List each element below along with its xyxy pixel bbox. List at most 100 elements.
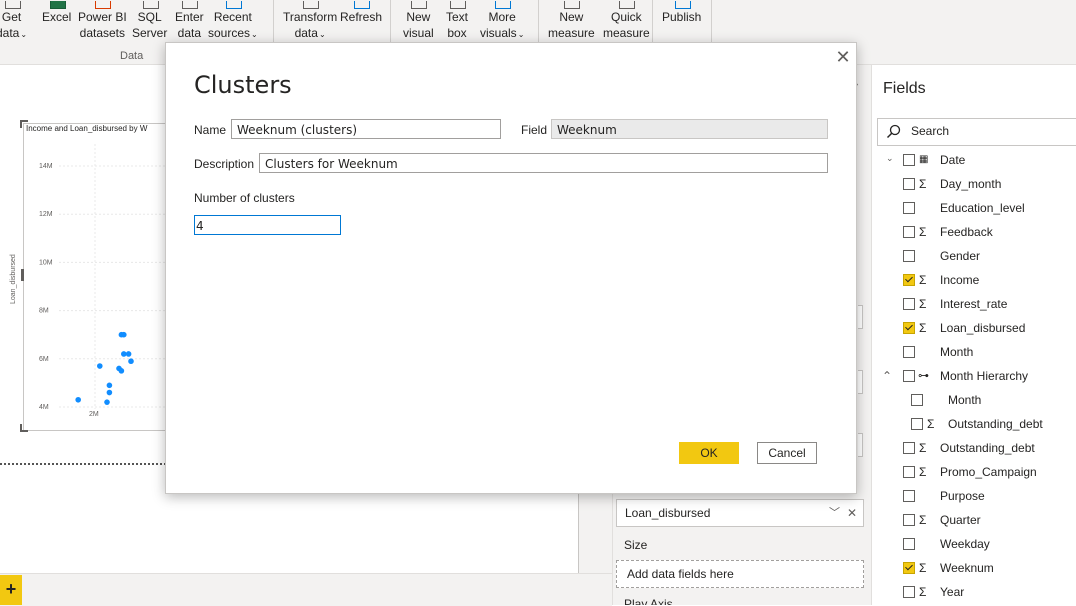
field-checkbox[interactable] <box>903 202 915 214</box>
remove-field-icon[interactable]: ✕ <box>847 500 857 526</box>
size-well[interactable]: Add data fields here <box>616 560 864 588</box>
details-well-loan-disbursed[interactable]: Loan_disbursed ﹀ ✕ <box>616 499 864 527</box>
field-checkbox[interactable] <box>903 586 915 598</box>
field-item[interactable]: Σ Feedback <box>880 220 1076 244</box>
collapse-chevron-icon[interactable]: ⌃ <box>882 364 892 388</box>
enter-data-button[interactable]: Enter data <box>175 0 204 41</box>
field-checkbox[interactable] <box>903 154 915 166</box>
search-placeholder: Search <box>911 124 950 138</box>
field-item[interactable]: Σ Outstanding_debt <box>880 436 1076 460</box>
x-tick-label: 2M <box>89 411 99 418</box>
field-item[interactable]: Σ Year <box>880 580 1076 604</box>
fields-search-box[interactable]: Search <box>877 118 1076 146</box>
field-item[interactable]: Month <box>880 388 1076 412</box>
field-checkbox[interactable] <box>903 514 915 526</box>
field-checkbox[interactable] <box>903 250 915 262</box>
play-axis-label: Play Axis <box>624 597 673 605</box>
y-tick-label: 6M <box>39 356 49 363</box>
close-icon[interactable]: ✕ <box>833 47 853 67</box>
more-visuals-button[interactable]: More visuals⌄ <box>480 0 524 43</box>
resize-handle[interactable] <box>20 424 28 432</box>
scatter-visual[interactable]: Income and Loan_disbursed by W Loan_disb… <box>10 120 175 432</box>
field-checkbox[interactable] <box>903 298 915 310</box>
field-checkbox[interactable] <box>903 538 915 550</box>
field-item[interactable]: Σ Quarter <box>880 508 1076 532</box>
new-visual-button[interactable]: New visual <box>403 0 434 41</box>
excel-button[interactable]: Excel <box>42 0 71 25</box>
field-item[interactable]: ⌄ ▦ Date <box>880 150 1076 172</box>
data-point[interactable] <box>106 389 113 396</box>
field-item[interactable]: Σ Interest_rate <box>880 292 1076 316</box>
field-name: Interest_rate <box>940 297 1008 311</box>
field-checkbox[interactable] <box>903 370 915 382</box>
data-point[interactable] <box>104 399 110 405</box>
field-checkbox[interactable] <box>903 466 915 478</box>
excel-icon <box>47 0 67 9</box>
field-checkbox[interactable] <box>903 442 915 454</box>
description-input[interactable]: Clusters for Weeknum <box>259 153 828 173</box>
refresh-button[interactable]: Refresh <box>340 0 382 25</box>
enter-data-icon <box>179 0 199 9</box>
field-checkbox[interactable] <box>903 322 915 334</box>
ribbon-button-label-line2: measure <box>603 26 650 40</box>
field-checkbox[interactable] <box>911 418 923 430</box>
field-checkbox[interactable] <box>903 226 915 238</box>
field-item[interactable]: Σ Loan_disbursed <box>880 316 1076 340</box>
number-of-clusters-input[interactable]: 4 <box>194 215 341 235</box>
recent-sources-icon <box>223 0 243 9</box>
field-item[interactable]: Σ Promo_Campaign <box>880 460 1076 484</box>
transform-data-icon <box>300 0 320 9</box>
field-checkbox[interactable] <box>903 562 915 574</box>
name-input[interactable]: Weeknum (clusters) <box>231 119 501 139</box>
data-point[interactable] <box>97 363 103 369</box>
recent-sources-button[interactable]: Recent sources⌄ <box>208 0 258 43</box>
data-point[interactable] <box>75 396 81 403</box>
field-item[interactable]: Σ Day_month <box>880 172 1076 196</box>
field-checkbox[interactable] <box>903 274 915 286</box>
add-page-button[interactable]: + <box>0 575 22 605</box>
sigma-icon: Σ <box>919 273 927 287</box>
field-input: Weeknum <box>551 119 828 139</box>
field-item[interactable]: Education_level <box>880 196 1076 220</box>
data-point[interactable] <box>128 358 134 365</box>
data-point[interactable] <box>121 331 127 338</box>
ok-button[interactable]: OK <box>679 442 739 464</box>
y-tick-label: 4M <box>39 404 49 411</box>
field-checkbox[interactable] <box>903 490 915 502</box>
field-item[interactable]: Σ Income <box>880 268 1076 292</box>
field-item[interactable]: Σ Outstanding_debt <box>880 412 1076 436</box>
field-item[interactable]: ⌃ ⊶ Month Hierarchy <box>880 364 1076 388</box>
data-point[interactable] <box>121 351 127 357</box>
field-item[interactable]: Purpose <box>880 484 1076 508</box>
transform-data-button[interactable]: Transform data⌄ <box>283 0 337 43</box>
field-checkbox[interactable] <box>911 394 923 406</box>
field-checkbox[interactable] <box>903 346 915 358</box>
get-data-icon <box>2 0 22 9</box>
field-item[interactable]: Σ Weeknum <box>880 556 1076 580</box>
new-measure-button[interactable]: New measure <box>548 0 595 41</box>
ribbon-button-label-line1: Quick <box>611 10 642 24</box>
sigma-icon: Σ <box>919 297 927 311</box>
get-data-button[interactable]: Get data⌄ <box>0 0 27 43</box>
field-item[interactable]: Weekday <box>880 532 1076 556</box>
sql-server-button[interactable]: SQL Server <box>132 0 167 41</box>
power-bi-datasets-button[interactable]: Power BI datasets <box>78 0 127 41</box>
field-name: Education_level <box>940 201 1025 215</box>
publish-button[interactable]: Publish <box>662 0 701 25</box>
sigma-icon: Σ <box>919 561 927 575</box>
field-checkbox[interactable] <box>903 178 915 190</box>
expand-chevron-icon[interactable]: ⌄ <box>886 150 894 170</box>
data-point[interactable] <box>118 368 125 374</box>
cancel-button[interactable]: Cancel <box>757 442 817 464</box>
data-point[interactable] <box>106 382 113 389</box>
quick-measure-button[interactable]: Quick measure <box>603 0 650 41</box>
field-item[interactable]: Gender <box>880 244 1076 268</box>
resize-handle[interactable] <box>20 120 28 128</box>
new-measure-icon <box>561 0 581 9</box>
chevron-down-icon[interactable]: ﹀ <box>829 500 840 526</box>
resize-handle[interactable] <box>21 269 24 281</box>
well-edge <box>858 305 863 329</box>
text-box-button[interactable]: Text box <box>446 0 468 41</box>
field-item[interactable]: Month <box>880 340 1076 364</box>
data-point[interactable] <box>125 351 132 357</box>
